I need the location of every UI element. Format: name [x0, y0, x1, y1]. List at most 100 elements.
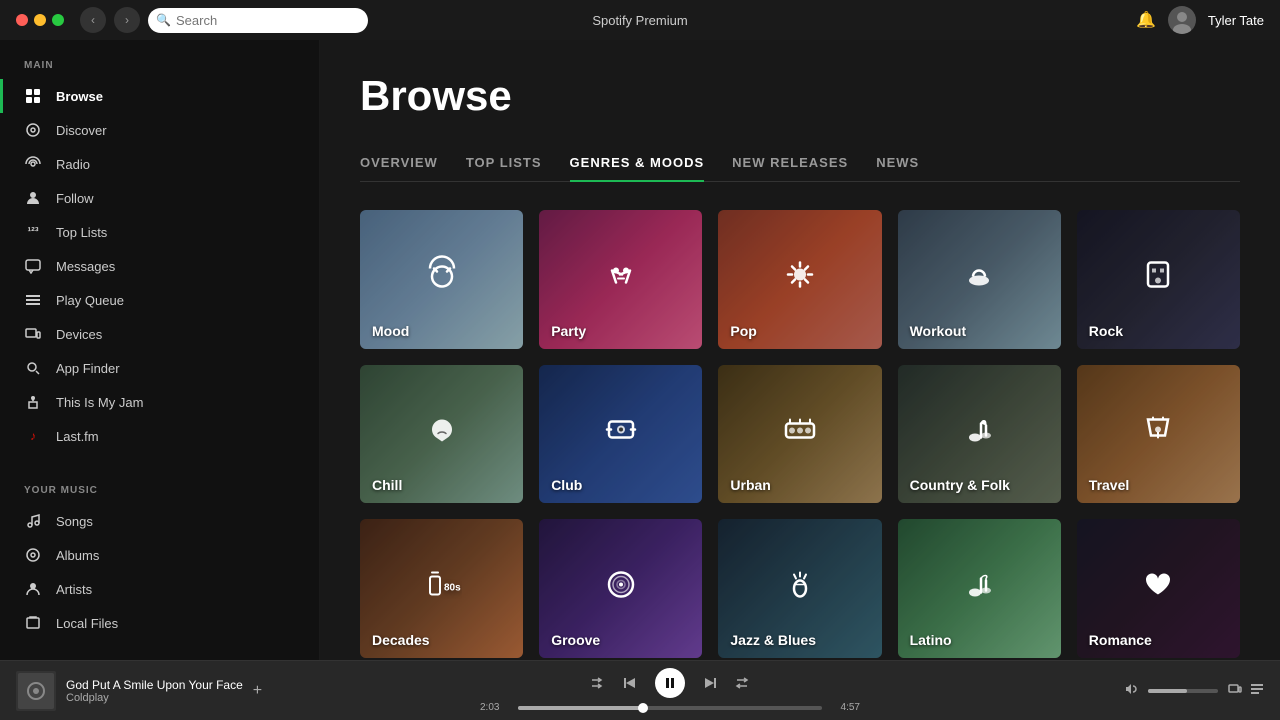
- time-total: 4:57: [830, 702, 860, 713]
- previous-button[interactable]: [623, 676, 637, 690]
- club-label: Club: [539, 467, 594, 503]
- time-current: 2:03: [480, 702, 510, 713]
- genre-grid: Mood Party Pop WorkoutRock Chill Club Urban Cou…: [360, 210, 1240, 658]
- genre-card-rock[interactable]: Rock: [1077, 210, 1240, 349]
- content-area: Browse OVERVIEW TOP LISTS GENRES & MOODS…: [320, 40, 1280, 660]
- user-name[interactable]: Tyler Tate: [1208, 13, 1264, 28]
- lastfm-icon: ♪: [24, 427, 42, 445]
- genre-card-decades[interactable]: 80s Decades: [360, 519, 523, 658]
- svg-text:80s: 80s: [444, 582, 461, 593]
- track-name: God Put A Smile Upon Your Face: [66, 678, 243, 692]
- sidebar-item-play-queue[interactable]: Play Queue: [0, 283, 319, 317]
- title-bar-left: ‹ › 🔍: [16, 7, 368, 33]
- progress-bar[interactable]: [518, 706, 822, 710]
- sidebar-item-songs[interactable]: Songs: [0, 504, 319, 538]
- genre-card-mood[interactable]: Mood: [360, 210, 523, 349]
- main-section-label: MAIN: [0, 60, 319, 79]
- romance-icon: [1138, 564, 1178, 613]
- genre-card-party[interactable]: Party: [539, 210, 702, 349]
- urban-label: Urban: [718, 467, 782, 503]
- search-input[interactable]: [148, 8, 368, 33]
- pop-label: Pop: [718, 313, 768, 349]
- sidebar-item-discover[interactable]: Discover: [0, 113, 319, 147]
- notification-icon[interactable]: 🔔: [1136, 10, 1156, 30]
- progress-thumb[interactable]: [638, 703, 648, 713]
- main-layout: MAIN Browse Discover Radio Follow: [0, 40, 1280, 660]
- sidebar: MAIN Browse Discover Radio Follow: [0, 40, 320, 660]
- sidebar-item-radio[interactable]: Radio: [0, 147, 319, 181]
- top-lists-icon: ¹²³: [24, 223, 42, 241]
- tab-new-releases[interactable]: NEW RELEASES: [732, 145, 848, 182]
- app-finder-label: App Finder: [56, 361, 120, 376]
- queue-icon[interactable]: [1250, 682, 1264, 699]
- player-bar: God Put A Smile Upon Your Face Coldplay …: [0, 660, 1280, 720]
- player-right-controls: [1064, 682, 1264, 699]
- sidebar-item-app-finder[interactable]: App Finder: [0, 351, 319, 385]
- browse-icon: [24, 87, 42, 105]
- decades-label: Decades: [360, 622, 442, 658]
- lastfm-label: Last.fm: [56, 429, 99, 444]
- genre-card-workout[interactable]: Workout: [898, 210, 1061, 349]
- genre-card-jazz-blues[interactable]: Jazz & Blues: [718, 519, 881, 658]
- sidebar-item-lastfm[interactable]: ♪ Last.fm: [0, 419, 319, 453]
- volume-bar[interactable]: [1148, 689, 1218, 693]
- mood-label: Mood: [360, 313, 421, 349]
- tab-overview[interactable]: OVERVIEW: [360, 145, 438, 182]
- genre-card-pop[interactable]: Pop: [718, 210, 881, 349]
- sidebar-item-local-files[interactable]: Local Files: [0, 606, 319, 640]
- album-art: [16, 671, 56, 711]
- avatar: [1168, 6, 1196, 34]
- play-pause-button[interactable]: [655, 668, 685, 698]
- albums-label: Albums: [56, 548, 99, 563]
- latino-icon: [959, 564, 999, 613]
- sidebar-item-messages[interactable]: Messages: [0, 249, 319, 283]
- shuffle-button[interactable]: [591, 676, 605, 690]
- genre-card-groove[interactable]: Groove: [539, 519, 702, 658]
- tab-genres-moods[interactable]: GENRES & MOODS: [570, 145, 705, 182]
- tab-top-lists[interactable]: TOP LISTS: [466, 145, 542, 182]
- follow-label: Follow: [56, 191, 94, 206]
- genre-card-country-folk[interactable]: Country & Folk: [898, 365, 1061, 504]
- sidebar-item-artists[interactable]: Artists: [0, 572, 319, 606]
- back-button[interactable]: ‹: [80, 7, 106, 33]
- songs-label: Songs: [56, 514, 93, 529]
- urban-icon: [780, 410, 820, 459]
- jazz-blues-icon: [780, 564, 820, 613]
- travel-icon: [1138, 410, 1178, 459]
- track-details: God Put A Smile Upon Your Face Coldplay: [66, 678, 243, 704]
- this-is-my-jam-icon: [24, 393, 42, 411]
- browse-label: Browse: [56, 89, 103, 104]
- artists-label: Artists: [56, 582, 92, 597]
- repeat-button[interactable]: [735, 676, 749, 690]
- genre-card-romance[interactable]: Romance: [1077, 519, 1240, 658]
- rock-icon: [1138, 255, 1178, 304]
- genre-card-travel[interactable]: Travel: [1077, 365, 1240, 504]
- devices-player-icon[interactable]: [1228, 682, 1242, 699]
- minimize-button[interactable]: [34, 14, 46, 26]
- sidebar-item-browse[interactable]: Browse: [0, 79, 319, 113]
- genre-card-club[interactable]: Club: [539, 365, 702, 504]
- next-button[interactable]: [703, 676, 717, 690]
- content-inner: Browse OVERVIEW TOP LISTS GENRES & MOODS…: [320, 40, 1280, 660]
- songs-icon: [24, 512, 42, 530]
- genre-card-chill[interactable]: Chill: [360, 365, 523, 504]
- add-to-playlist-button[interactable]: +: [253, 682, 262, 700]
- your-music-label: YOUR MUSIC: [0, 477, 319, 504]
- artist-name: Coldplay: [66, 692, 243, 704]
- sidebar-item-top-lists[interactable]: ¹²³ Top Lists: [0, 215, 319, 249]
- tab-news[interactable]: NEWS: [876, 145, 919, 182]
- forward-button[interactable]: ›: [114, 7, 140, 33]
- play-queue-icon: [24, 291, 42, 309]
- chill-icon: [422, 410, 462, 459]
- player-controls: 2:03 4:57: [292, 668, 1048, 713]
- page-title: Browse: [360, 72, 1240, 120]
- maximize-button[interactable]: [52, 14, 64, 26]
- close-button[interactable]: [16, 14, 28, 26]
- sidebar-item-albums[interactable]: Albums: [0, 538, 319, 572]
- sidebar-item-devices[interactable]: Devices: [0, 317, 319, 351]
- sidebar-item-follow[interactable]: Follow: [0, 181, 319, 215]
- travel-label: Travel: [1077, 467, 1141, 503]
- sidebar-item-this-is-my-jam[interactable]: This Is My Jam: [0, 385, 319, 419]
- genre-card-urban[interactable]: Urban: [718, 365, 881, 504]
- genre-card-latino[interactable]: Latino: [898, 519, 1061, 658]
